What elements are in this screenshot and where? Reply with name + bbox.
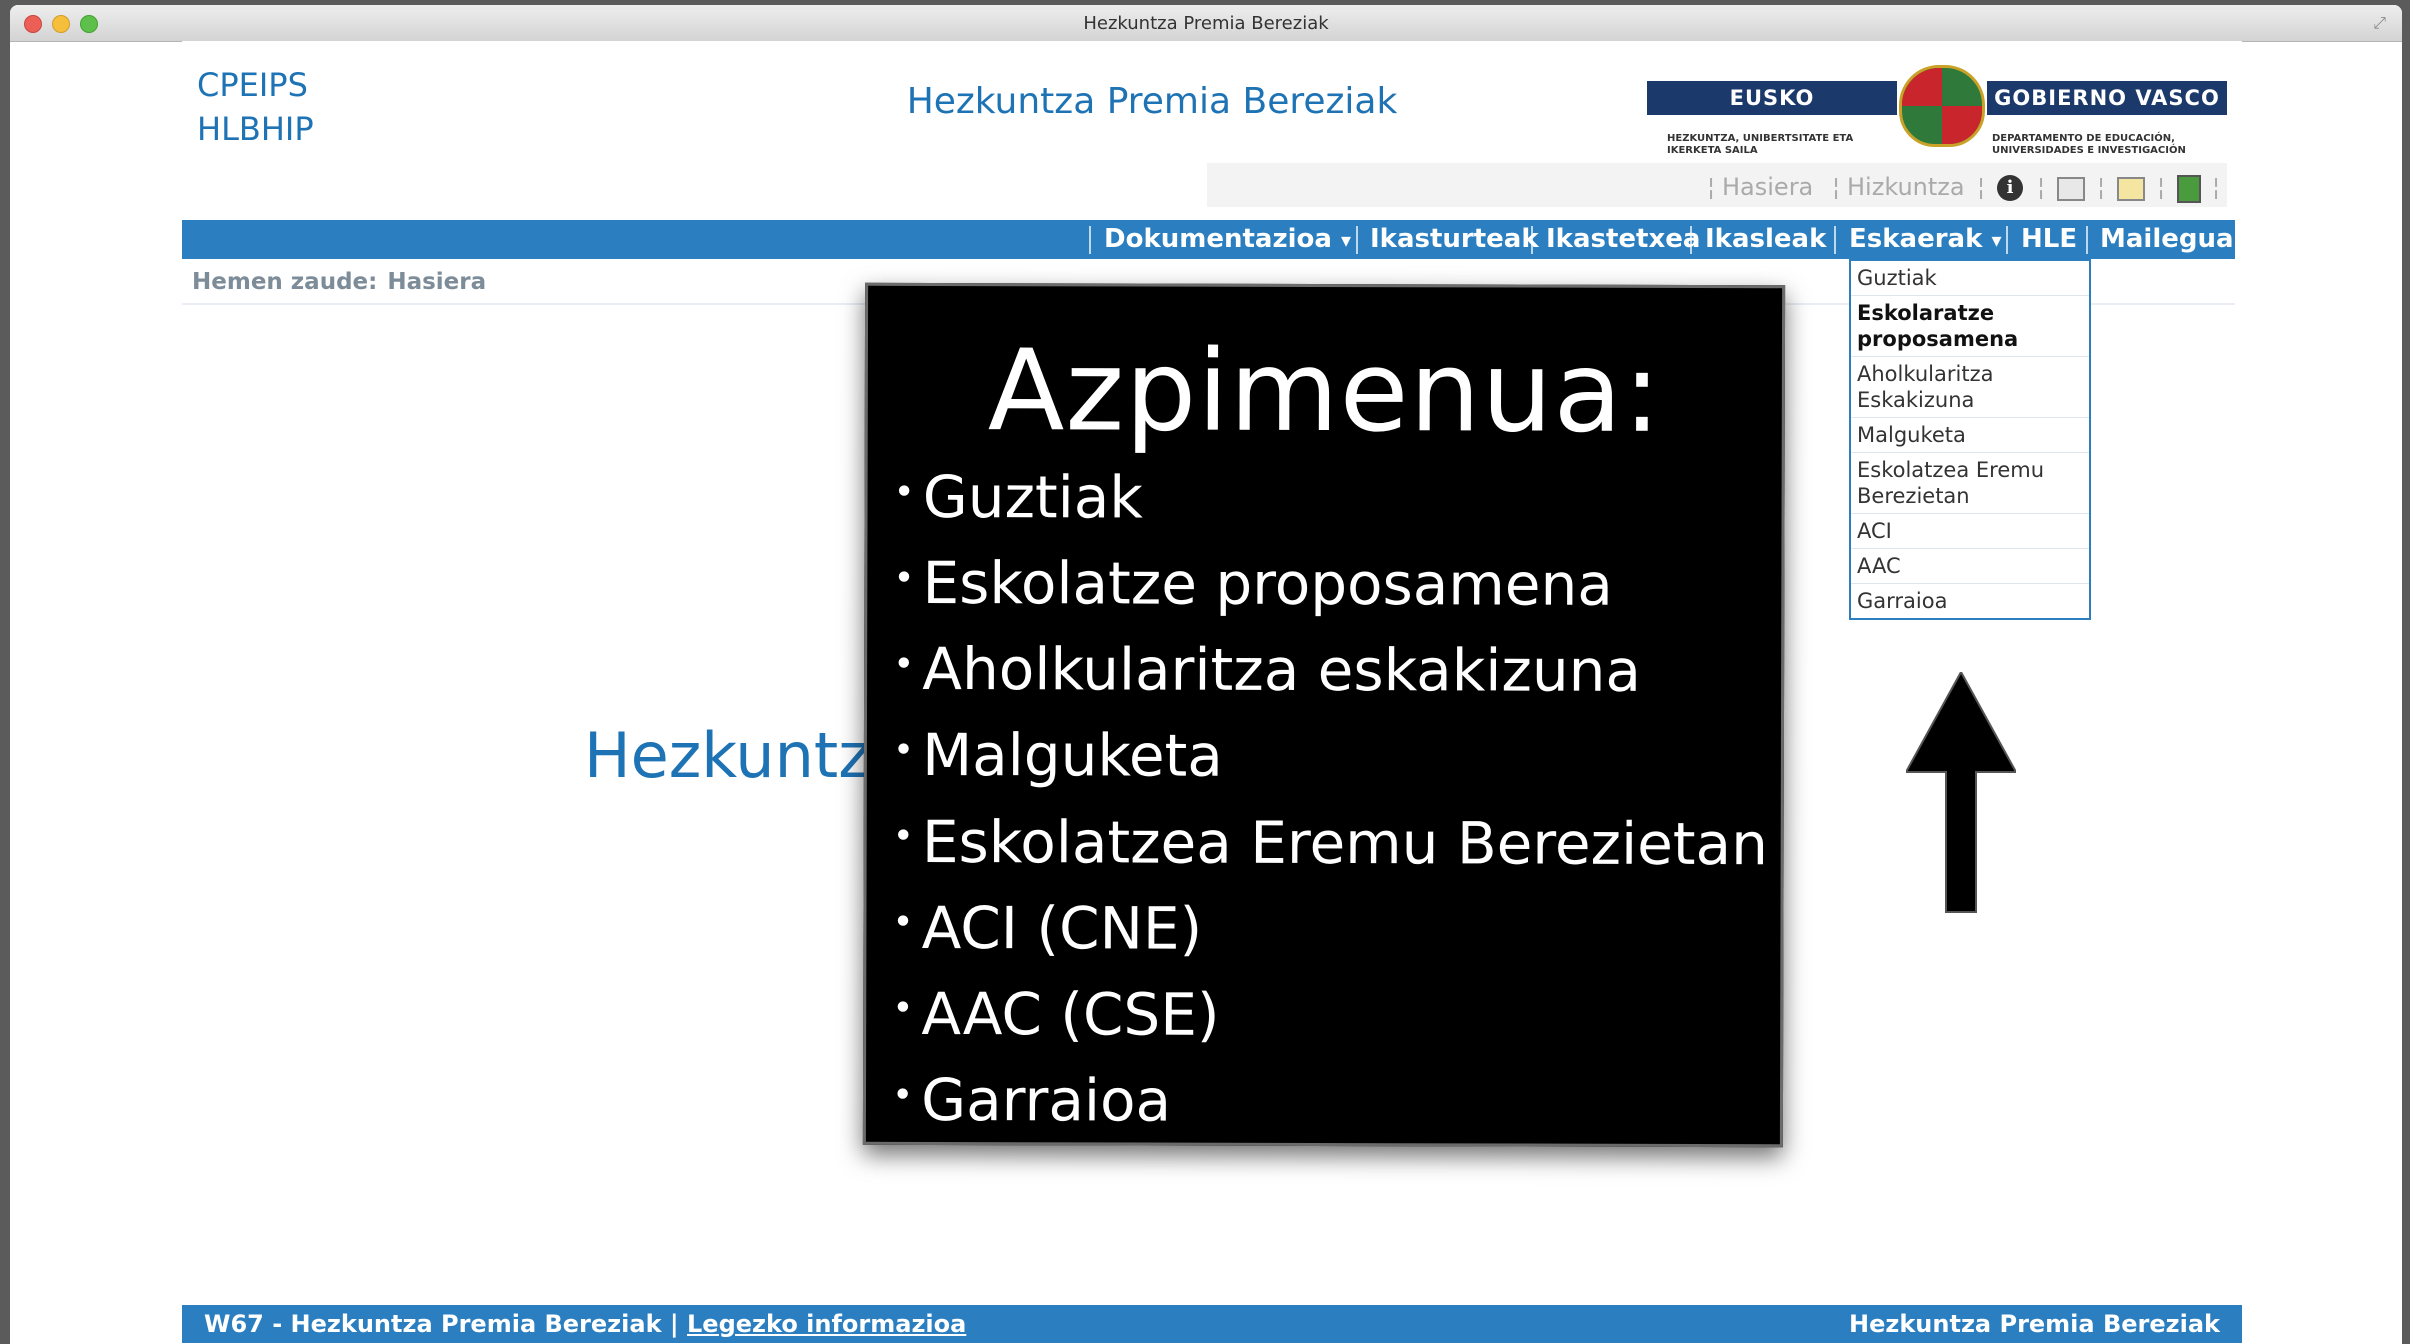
footer-text: W67 - Hezkuntza Premia Bereziak |	[204, 1310, 687, 1338]
footer-left: W67 - Hezkuntza Premia Bereziak | Legezk…	[204, 1305, 966, 1343]
page-footer: W67 - Hezkuntza Premia Bereziak | Legezk…	[182, 1305, 2242, 1343]
callout-item: • Malguketa	[892, 721, 1223, 791]
callout-list: • Guztiak • Eskolatze proposamena • Aholkul…	[892, 456, 1769, 1147]
breadcrumb: Hemen zaude: Hasiera	[192, 269, 486, 295]
callout-title: Azpimenua:	[987, 326, 1662, 458]
info-icon[interactable]: i	[1997, 175, 2023, 201]
submenu-item-eskolaratze-proposamena[interactable]: Eskolaratze proposamena	[1851, 296, 2089, 357]
logo-text-spanish: GOBIERNO VASCO	[1987, 81, 2227, 115]
chevron-down-icon: ▾	[1340, 228, 1352, 252]
separator: ¦	[2157, 173, 2166, 201]
legal-info-link[interactable]: Legezko informazioa	[687, 1310, 966, 1338]
utility-bar: ¦ Hasiera ¦ Hizkuntza ¦ i ¦ ¦ ¦ ¦	[1207, 163, 2227, 207]
callout-item: • Eskolatzea Eremu Berezietan	[892, 807, 1768, 878]
separator: ¦	[1707, 173, 1716, 201]
breadcrumb-current[interactable]: Hasiera	[387, 269, 486, 295]
callout-item: • AAC (CSE)	[892, 979, 1220, 1049]
edit-icon[interactable]	[2117, 177, 2145, 201]
separator: ¦	[2212, 173, 2221, 201]
footer-right-text: Hezkuntza Premia Bereziak	[1849, 1310, 2220, 1338]
nav-item-hle[interactable]: HLE	[2021, 220, 2077, 259]
org-code: CPEIPS	[197, 66, 308, 104]
org-codes: CPEIPS HLBHIP	[197, 63, 314, 151]
submenu-item-garraioa[interactable]: Garraioa	[1851, 584, 2089, 618]
breadcrumb-label: Hemen zaude:	[192, 269, 378, 295]
home-link[interactable]: Hasiera	[1722, 173, 1813, 201]
separator: ¦	[2097, 173, 2106, 201]
submenu-callout-board: Azpimenua: • Guztiak • Eskolatze proposame…	[862, 282, 1786, 1148]
separator: ¦	[1977, 173, 1986, 201]
site-title: Hezkuntza Premia Bereziak	[906, 81, 1398, 122]
fullscreen-icon[interactable]: ⤢	[2373, 13, 2386, 33]
page-heading: Hezkuntz	[584, 719, 871, 792]
coat-of-arms-icon	[1899, 65, 1985, 147]
government-logo[interactable]: EUSKO JAURLARITZA GOBIERNO VASCO HEZKUNT…	[1647, 57, 2227, 167]
separator: ¦	[2037, 173, 2046, 201]
language-link[interactable]: Hizkuntza	[1847, 173, 1965, 201]
logo-subtitle-spanish: DEPARTAMENTO DE EDUCACIÓN, UNIVERSIDADES…	[1992, 133, 2186, 156]
nav-item-maileguak[interactable]: Maileguak	[2100, 220, 2251, 259]
nav-item-ikasturteak[interactable]: Ikasturteak	[1370, 220, 1539, 259]
submenu-item-aci[interactable]: ACI	[1851, 514, 2089, 549]
nav-item-eskaerak[interactable]: Eskaerak ▾	[1849, 220, 2001, 259]
callout-item: • ACI (CNE)	[892, 893, 1203, 963]
logo-subtitle-basque: HEZKUNTZA, UNIBERTSITATE ETA IKERKETA SA…	[1667, 133, 1854, 156]
nav-item-ikasleak[interactable]: Ikasleak	[1705, 220, 1826, 259]
logo-text-basque: EUSKO JAURLARITZA	[1647, 81, 1897, 144]
nav-item-dokumentazioa[interactable]: Dokumentazioa ▾	[1104, 220, 1351, 259]
arrow-up-icon	[1906, 672, 2016, 913]
separator: ¦	[1832, 173, 1841, 201]
submenu-item-aac[interactable]: AAC	[1851, 549, 2089, 584]
submenu-item-malguketa[interactable]: Malguketa	[1851, 418, 2089, 453]
nav-item-ikastetxea[interactable]: Ikastetxea	[1546, 220, 1700, 259]
window-titlebar: Hezkuntza Premia Bereziak ⤢	[10, 5, 2402, 42]
submenu-item-eskolatzea-eremu-berezietan[interactable]: Eskolatzea Eremu Berezietan	[1851, 453, 2089, 514]
submenu-item-guztiak[interactable]: Guztiak	[1851, 261, 2089, 296]
eskaerak-submenu: Guztiak Eskolaratze proposamena Aholkula…	[1849, 259, 2091, 620]
callout-item: • Guztiak	[893, 462, 1144, 532]
mail-icon[interactable]	[2057, 177, 2085, 201]
main-nav: Dokumentazioa ▾ Ikasturteak Ikastetxea I…	[182, 220, 2251, 259]
callout-item: • Garraioa	[891, 1065, 1172, 1135]
callout-item: • Eskolatze proposamena	[893, 549, 1613, 619]
window-title: Hezkuntza Premia Bereziak	[1083, 13, 1329, 34]
exit-icon[interactable]	[2177, 175, 2201, 203]
chevron-down-icon: ▾	[1991, 228, 2002, 252]
org-code: HLBHIP	[197, 110, 314, 148]
callout-item: • Aholkularitza eskakizuna	[893, 635, 1642, 706]
submenu-item-aholkularitza-eskakizuna[interactable]: Aholkularitza Eskakizuna	[1851, 357, 2089, 418]
